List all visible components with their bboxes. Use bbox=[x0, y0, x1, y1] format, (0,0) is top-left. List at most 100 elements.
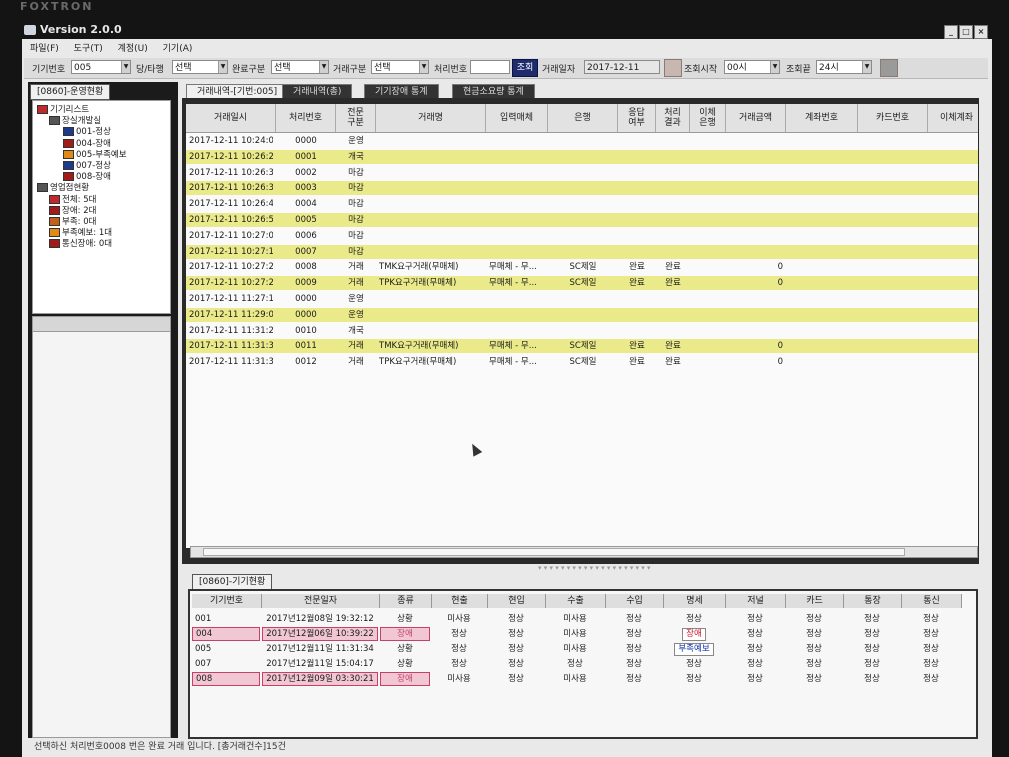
grid-header-cell[interactable]: 처리번호 bbox=[276, 104, 336, 132]
menu-device[interactable]: 기기(A) bbox=[163, 44, 193, 54]
search-button[interactable]: 조회 bbox=[512, 59, 538, 77]
grid-header-cell[interactable]: 처리 결과 bbox=[656, 104, 690, 132]
status-header-cell[interactable]: 기기번호 bbox=[192, 594, 262, 608]
branch-icon bbox=[37, 183, 48, 193]
grid-header-cell[interactable]: 거래금액 bbox=[726, 104, 786, 132]
status-row[interactable]: 004 2017년12월06일 10:39:22 장애 정상 정상 미사용 정상 장애 정상 정상… bbox=[192, 627, 970, 641]
status-header-cell[interactable]: 전문일자 bbox=[262, 594, 380, 608]
tree-item[interactable]: 전체: 5대 bbox=[49, 194, 96, 206]
grid-cell: 마감 bbox=[348, 215, 364, 225]
menu-file[interactable]: 파일(F) bbox=[30, 44, 59, 54]
status-header-cell[interactable]: 현입 bbox=[488, 594, 546, 608]
status-header-cell[interactable]: 현출 bbox=[432, 594, 488, 608]
calendar-icon[interactable] bbox=[664, 59, 682, 77]
trade-date-input[interactable]: 2017-12-11 bbox=[584, 60, 660, 74]
table-row[interactable]: 2017-12-11 10:24:0... 0000 운영 bbox=[186, 134, 978, 148]
status-cell: 001 bbox=[195, 614, 212, 624]
tree-item[interactable]: 007-정상 bbox=[63, 161, 111, 172]
status-header-cell[interactable]: 수출 bbox=[546, 594, 606, 608]
status-row[interactable]: 007 2017년12월11일 15:04:17 상황 정상 정상 정상 정상 정상 정상 정상 정… bbox=[192, 657, 970, 671]
title-bar: Version 2.0.0 _ □ × bbox=[20, 23, 992, 39]
scroll-thumb[interactable] bbox=[203, 548, 905, 556]
grid-header-cell[interactable]: 입력매체 bbox=[486, 104, 548, 132]
tab-operation-status[interactable]: [0860]-운영현황 bbox=[30, 84, 111, 100]
tree-item[interactable]: 부족예보: 1대 bbox=[49, 228, 112, 239]
table-row[interactable]: 2017-12-11 10:26:3... 0002 마감 bbox=[186, 166, 978, 180]
grid-cell: 0008 bbox=[295, 262, 317, 273]
table-row[interactable]: 2017-12-11 10:26:4... 0004 마감 bbox=[186, 197, 978, 211]
status-cell: 2017년12월09일 03:30:21 bbox=[262, 672, 378, 686]
status-header-cell[interactable]: 명세 bbox=[664, 594, 726, 608]
status-cell: 008 bbox=[192, 672, 260, 686]
tree-item[interactable]: 영업점현황 bbox=[37, 183, 89, 194]
table-row[interactable]: 2017-12-11 10:27:2... 0008 거래 TMK요구거래(무매체) 무… bbox=[186, 260, 978, 274]
table-row[interactable]: 2017-12-11 10:26:3... 0003 마감 bbox=[186, 181, 978, 196]
status-row[interactable]: 001 2017년12월08일 19:32:12 상황 미사용 정상 미사용 정상 정상 정상 정… bbox=[192, 612, 970, 626]
grid-header-cell[interactable]: 이체계좌 bbox=[928, 104, 978, 132]
tree-item[interactable]: 001-정상 bbox=[63, 127, 111, 138]
grid-header-cell[interactable]: 계좌번호 bbox=[786, 104, 858, 132]
minimize-button[interactable]: _ bbox=[944, 25, 958, 39]
grid-header-cell[interactable]: 전문 구분 bbox=[336, 104, 376, 132]
complete-type-select[interactable]: 선택 ▼ bbox=[271, 60, 329, 74]
menu-tools[interactable]: 도구(T) bbox=[74, 44, 103, 54]
status-header-cell[interactable]: 종류 bbox=[380, 594, 432, 608]
horizontal-scrollbar[interactable] bbox=[190, 546, 978, 558]
tree-item[interactable]: 장실개발실 bbox=[49, 116, 101, 127]
table-row[interactable]: 2017-12-11 11:29:0... 0000 운영 bbox=[186, 307, 978, 322]
grid-cell: 2017-12-11 10:27:2... bbox=[189, 262, 273, 273]
grid-header-cell[interactable]: 카드번호 bbox=[858, 104, 928, 132]
close-button[interactable]: × bbox=[974, 25, 988, 39]
grid-header-cell[interactable]: 거래일시 bbox=[186, 104, 276, 132]
own-other-select[interactable]: 선택 ▼ bbox=[172, 60, 228, 74]
grid-header-cell[interactable]: 이체 은행 bbox=[690, 104, 726, 132]
export-icon[interactable] bbox=[880, 59, 898, 77]
tree-item[interactable]: 부족: 0대 bbox=[49, 217, 96, 228]
status-cell: 상황 bbox=[397, 644, 413, 654]
tree-item[interactable]: 장애: 2대 bbox=[49, 205, 96, 217]
window-controls: _ □ × bbox=[943, 24, 988, 39]
chevron-down-icon: ▼ bbox=[218, 61, 227, 73]
grid-header-cell[interactable]: 거래명 bbox=[376, 104, 486, 132]
status-header-cell[interactable]: 통장 bbox=[844, 594, 902, 608]
table-row[interactable]: 2017-12-11 10:26:2... 0001 개국 bbox=[186, 149, 978, 164]
table-row[interactable]: 2017-12-11 11:31:3... 0012 거래 TPK요구거래(무매체) 무… bbox=[186, 355, 978, 369]
tab-device-status[interactable]: [0860]-기기현황 bbox=[192, 574, 273, 590]
tree-item[interactable]: 005-부족예보 bbox=[63, 149, 127, 161]
tree-item[interactable]: 기기리스트 bbox=[37, 105, 89, 116]
device-no-select[interactable]: 005 ▼ bbox=[71, 60, 131, 74]
start-hour-select[interactable]: 00시 ▼ bbox=[724, 60, 780, 74]
table-row[interactable]: 2017-12-11 11:27:1... 0000 운영 bbox=[186, 292, 978, 306]
grid-cell: 거래 bbox=[348, 278, 364, 289]
grid-header-cell[interactable]: 응답 여부 bbox=[618, 104, 656, 132]
tree-item[interactable]: 008-장애 bbox=[63, 172, 111, 183]
table-row[interactable]: 2017-12-11 10:27:2... 0009 거래 TPK요구거래(무매체) 무… bbox=[186, 276, 978, 291]
tree-item[interactable]: 통신장애: 0대 bbox=[49, 239, 112, 250]
grid-header-cell[interactable]: 은행 bbox=[548, 104, 618, 132]
table-row[interactable]: 2017-12-11 11:31:2... 0010 개국 bbox=[186, 324, 978, 338]
trade-type-select[interactable]: 선택 ▼ bbox=[371, 60, 429, 74]
tree-item[interactable]: 004-장애 bbox=[63, 138, 111, 150]
status-row[interactable]: 008 2017년12월09일 03:30:21 장애 미사용 정상 미사용 정상 정상 정상 정… bbox=[192, 672, 970, 686]
table-row[interactable]: 2017-12-11 10:27:0... 0006 마감 bbox=[186, 229, 978, 243]
menu-account[interactable]: 계정(U) bbox=[118, 44, 148, 54]
filter-toolbar: 기기번호 005 ▼ 당/타행 선택 ▼ 완료구분 선택 ▼ 거래구분 선택 ▼ 처리번… bbox=[24, 58, 988, 79]
status-header-cell[interactable]: 카드 bbox=[786, 594, 844, 608]
proc-no-input[interactable] bbox=[470, 60, 510, 74]
table-row[interactable]: 2017-12-11 10:27:1... 0007 마감 bbox=[186, 244, 978, 259]
status-header-cell[interactable]: 통신 bbox=[902, 594, 962, 608]
status-row[interactable]: 005 2017년12월11일 11:31:34 상황 정상 정상 미사용 정상 부족예보 정상… bbox=[192, 642, 970, 656]
maximize-button[interactable]: □ bbox=[959, 25, 973, 39]
status-header-cell[interactable]: 저널 bbox=[726, 594, 786, 608]
status-cell: 정상 bbox=[747, 629, 763, 639]
tree-item-label: 005-부족예보 bbox=[76, 149, 127, 160]
status-header-cell[interactable]: 수입 bbox=[606, 594, 664, 608]
grid-cell: 2017-12-11 10:27:2... bbox=[189, 278, 273, 289]
grid-cell: 2017-12-11 10:27:0... bbox=[189, 230, 273, 241]
table-row[interactable]: 2017-12-11 11:31:3... 0011 거래 TMK요구거래(무매체) 무… bbox=[186, 339, 978, 354]
grid-cell: 0009 bbox=[295, 278, 317, 289]
splitter-handle[interactable]: ▾ ▾ ▾ ▾ ▾ ▾ ▾ ▾ ▾ ▾ ▾ ▾ ▾ ▾ ▾ ▾ ▾ ▾ ▾ ▾ bbox=[538, 564, 651, 572]
table-row[interactable]: 2017-12-11 10:26:5... 0005 마감 bbox=[186, 213, 978, 227]
device-warning-icon bbox=[63, 149, 74, 159]
end-hour-select[interactable]: 24시 ▼ bbox=[816, 60, 872, 74]
